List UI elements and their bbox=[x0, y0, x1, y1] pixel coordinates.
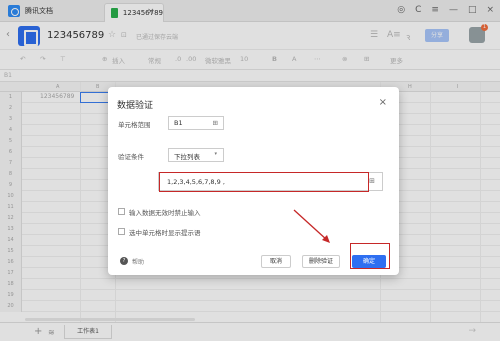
annotation-arrow bbox=[293, 209, 330, 243]
arrow-line bbox=[293, 209, 328, 241]
